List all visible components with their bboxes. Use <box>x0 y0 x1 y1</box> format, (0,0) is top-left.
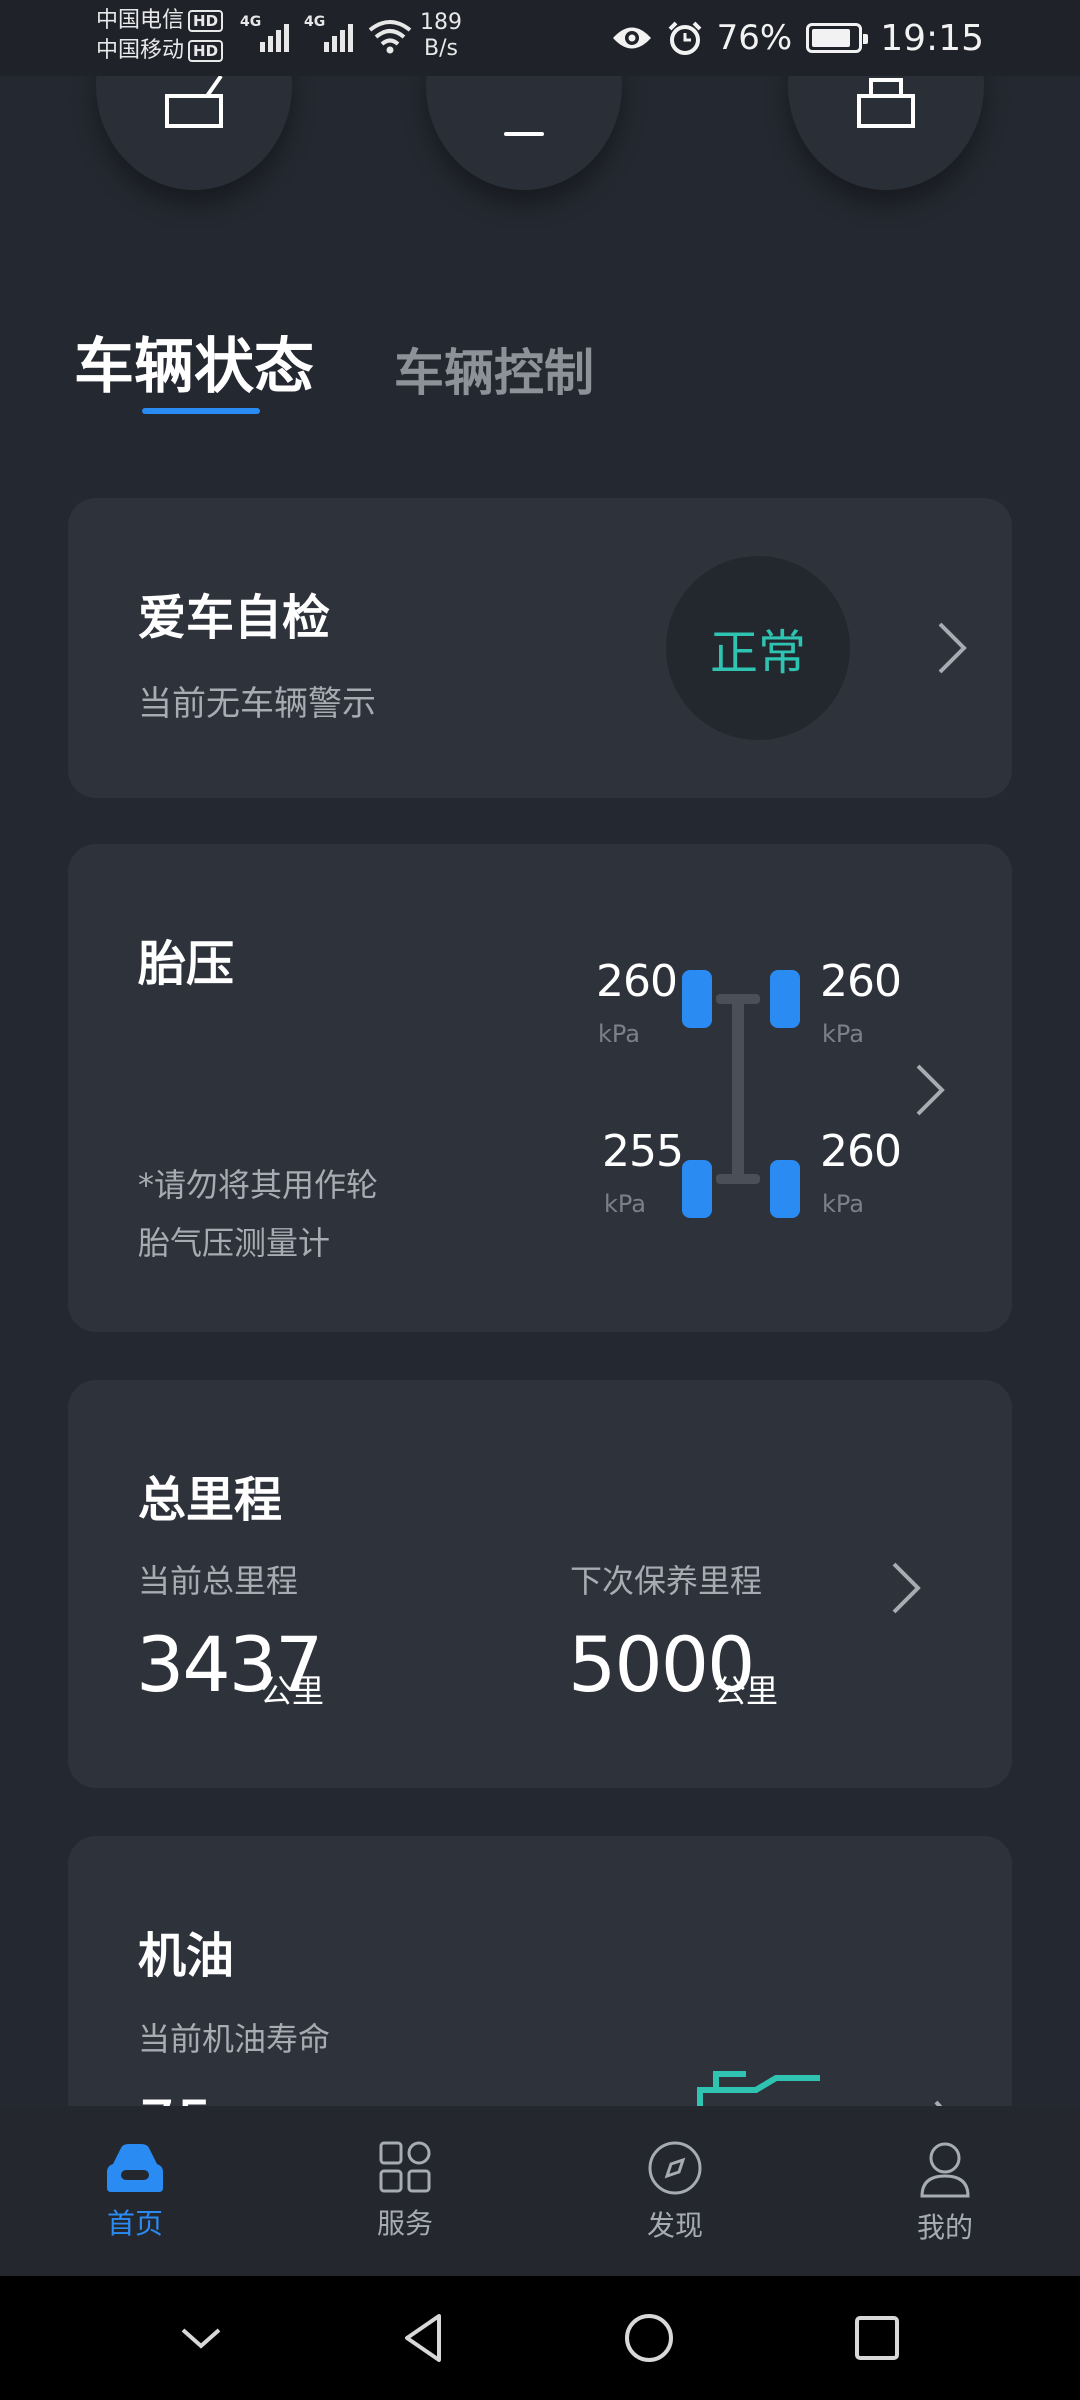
wheel-rear-right <box>770 1160 800 1218</box>
eye-icon <box>612 27 651 49</box>
tire-front-left-value: 260 <box>596 956 678 1007</box>
status-bar: 中国电信 HD 中国移动 HD 4G 4G 189 B/s 76% 19:15 <box>0 0 1080 76</box>
nav-profile-label: 我的 <box>916 2211 973 2244</box>
nav-discover[interactable]: 发现 <box>540 2106 810 2276</box>
tire-pressure-note: *请勿将其用作轮 胎气压测量计 <box>138 1156 378 1272</box>
tab-vehicle-status[interactable]: 车辆状态 <box>74 318 314 405</box>
signal-2-icon: 4G <box>304 14 353 52</box>
tab-vehicle-control[interactable]: 车辆控制 <box>394 333 594 405</box>
tire-rear-left-unit: kPa <box>604 1190 646 1218</box>
nav-services[interactable]: 服务 <box>270 2106 540 2276</box>
tire-rear-right-unit: kPa <box>822 1190 864 1218</box>
trunk-closed-icon <box>857 78 915 128</box>
alarm-icon <box>668 21 702 55</box>
mileage-title: 总里程 <box>138 1472 283 1528</box>
tire-pressure-chevron-icon[interactable] <box>912 1062 948 1118</box>
hd-badge-1: HD <box>188 10 224 32</box>
car-home-icon <box>107 2144 163 2192</box>
recents-square-icon[interactable] <box>853 2314 901 2362</box>
wheel-front-left <box>682 970 712 1028</box>
tire-rear-right-value: 260 <box>820 1126 902 1177</box>
wheel-rear-left <box>682 1160 712 1218</box>
tire-pressure-title: 胎压 <box>138 936 235 992</box>
wheel-front-right <box>770 970 800 1028</box>
nav-home-label: 首页 <box>106 2207 163 2240</box>
nav-services-label: 服务 <box>376 2207 433 2240</box>
start-engine-indicator <box>504 132 544 136</box>
nav-profile[interactable]: 我的 <box>810 2106 1080 2276</box>
nav-discover-label: 发现 <box>646 2209 703 2242</box>
wifi-icon <box>368 20 412 54</box>
active-tab-indicator <box>142 408 260 414</box>
oil-subtitle: 当前机油寿命 <box>138 2020 331 2058</box>
current-mileage-label: 当前总里程 <box>138 1562 299 1600</box>
tire-front-right-unit: kPa <box>822 1020 864 1048</box>
bottom-nav-bar: 首页 服务 发现 我的 <box>0 2106 1080 2276</box>
tire-front-left-unit: kPa <box>598 1020 640 1048</box>
home-circle-icon[interactable] <box>623 2312 675 2364</box>
nav-home[interactable]: 首页 <box>0 2106 270 2276</box>
carrier-1-label: 中国电信 <box>96 8 185 33</box>
status-right-group: 76% 19:15 <box>611 12 984 64</box>
mileage-chevron-icon[interactable] <box>888 1560 924 1616</box>
compass-icon <box>648 2141 702 2195</box>
tire-note-line-2: 胎气压测量计 <box>138 1224 331 1262</box>
self-check-card[interactable]: 爱车自检 当前无车辆警示 正常 <box>68 498 1012 798</box>
net-speed-value: 189 <box>420 10 462 35</box>
clock: 19:15 <box>880 17 984 59</box>
tire-note-line-1: *请勿将其用作轮 <box>138 1166 379 1204</box>
tire-front-right-value: 260 <box>820 956 902 1007</box>
oil-can-icon <box>697 2071 820 2106</box>
self-check-chevron-icon[interactable] <box>934 620 970 676</box>
carrier-info: 中国电信 HD 中国移动 HD <box>96 6 224 66</box>
hd-badge-2: HD <box>188 40 224 62</box>
battery-percent: 76% <box>716 18 793 58</box>
tire-rear-left-value: 255 <box>602 1126 684 1177</box>
oil-title: 机油 <box>138 1928 235 1984</box>
battery-icon <box>806 23 869 53</box>
system-navigation-bar <box>0 2276 1080 2400</box>
self-check-subtitle: 当前无车辆警示 <box>138 684 376 724</box>
mileage-card[interactable]: 总里程 当前总里程 3437 公里 下次保养里程 5000 公里 <box>68 1380 1012 1788</box>
back-icon[interactable] <box>401 2312 445 2364</box>
grid-icon <box>379 2141 431 2193</box>
carrier-2-label: 中国移动 <box>96 38 185 63</box>
net-type-label-2: 4G <box>304 14 326 30</box>
tire-pressure-card[interactable]: 胎压 260 kPa 260 kPa 255 kPa 260 kPa *请勿将其… <box>68 844 1012 1332</box>
self-check-status-badge: 正常 <box>666 556 850 740</box>
net-speed: 189 B/s <box>420 10 462 62</box>
self-check-title: 爱车自检 <box>138 590 331 646</box>
signal-1-icon: 4G <box>240 14 289 52</box>
next-service-label: 下次保养里程 <box>570 1562 763 1600</box>
profile-icon <box>920 2142 970 2198</box>
collapse-chevron-icon[interactable] <box>179 2324 223 2352</box>
net-type-label-1: 4G <box>240 14 262 30</box>
net-speed-unit: B/s <box>424 36 458 61</box>
next-service-unit: 公里 <box>714 1672 779 1710</box>
current-mileage-unit: 公里 <box>260 1672 325 1710</box>
trunk-open-icon <box>165 74 223 128</box>
tab-bar: 车辆状态 车辆控制 <box>74 318 594 405</box>
